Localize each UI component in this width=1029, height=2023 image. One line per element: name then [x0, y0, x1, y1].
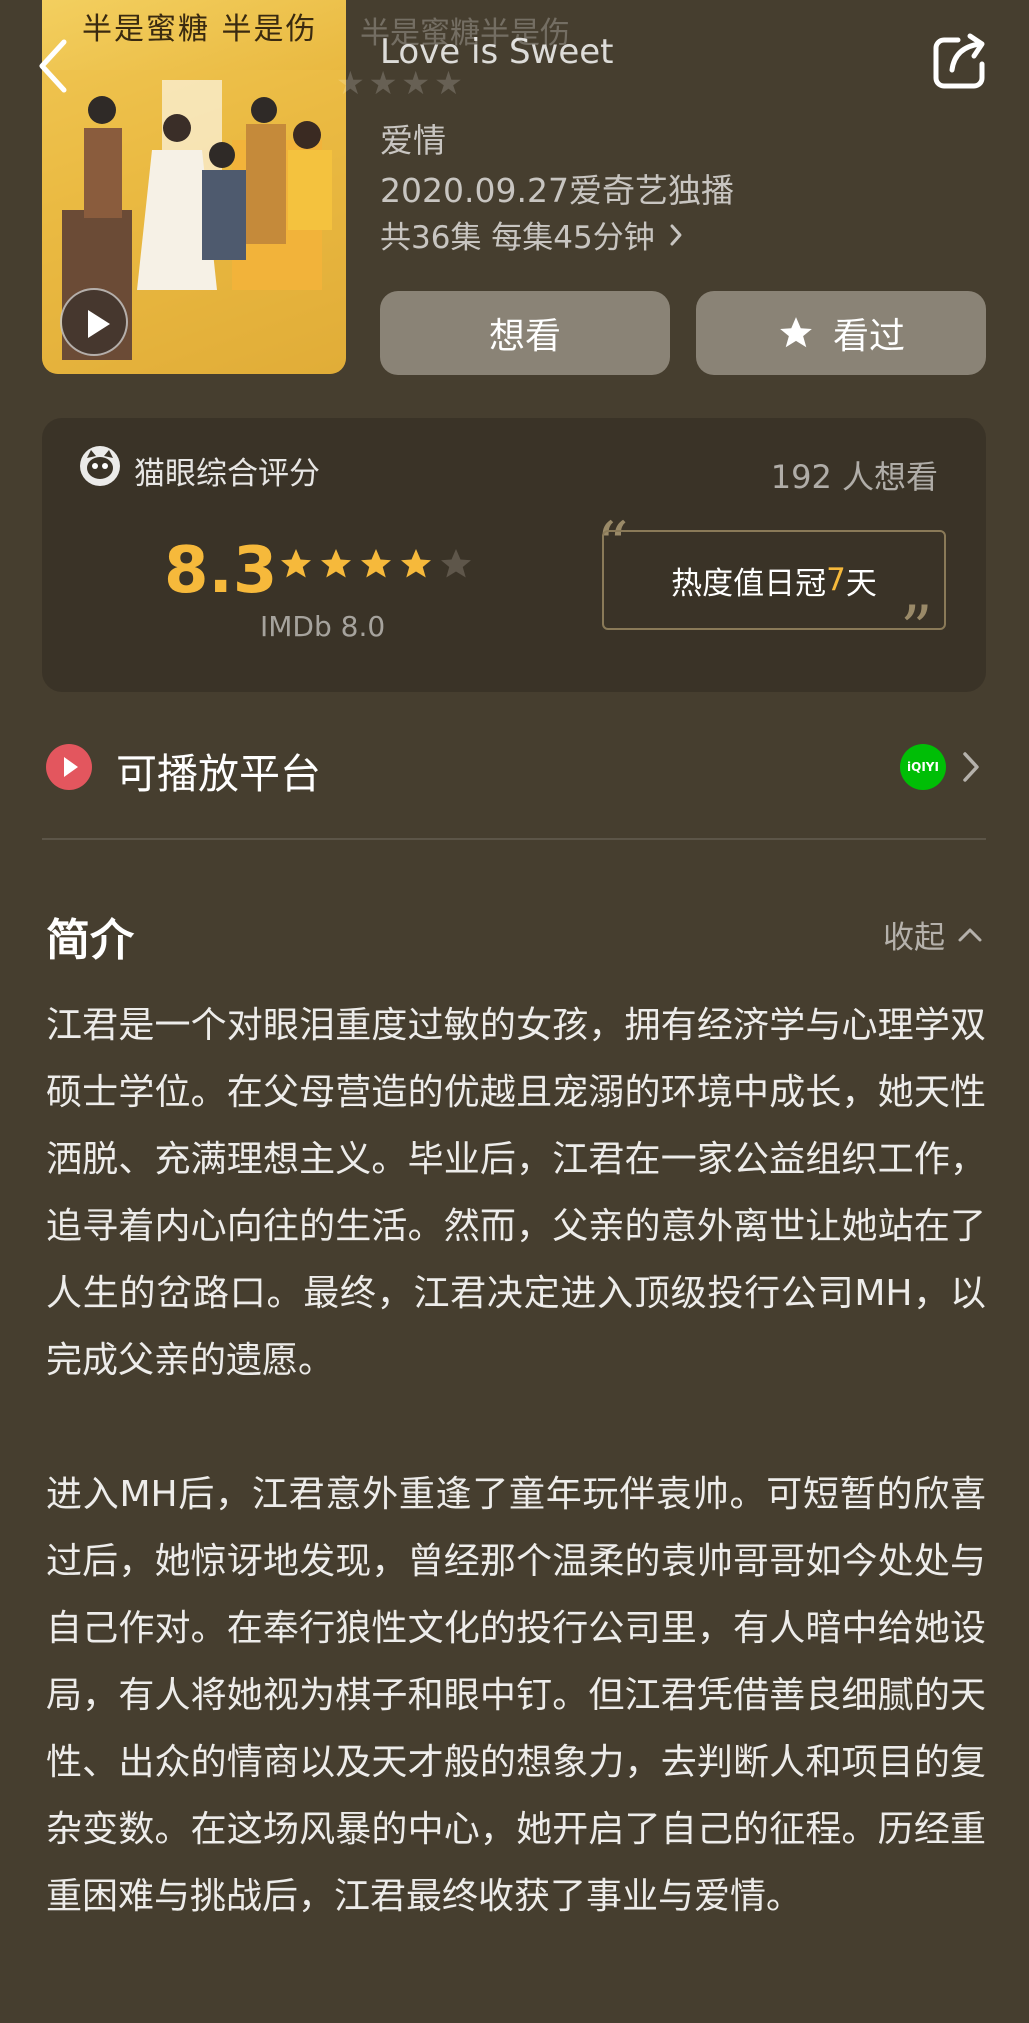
star-filled-icon [401, 549, 431, 578]
episodes-link[interactable]: 共36集 每集45分钟 [380, 212, 683, 257]
rating-stars [278, 546, 474, 582]
rating-card: 猫眼综合评分 192 人想看 8.3 IMDb 8.0 “ 热度值日冠 7 天 ” [42, 418, 986, 692]
heat-badge[interactable]: 热度值日冠 7 天 [602, 530, 946, 630]
intro-heading: 简介 [46, 915, 134, 966]
heat-days: 7 [826, 562, 846, 598]
section-divider [42, 838, 986, 840]
play-circle-icon [46, 744, 92, 790]
quote-close-icon: ” [900, 593, 933, 667]
chevron-right-icon [670, 224, 682, 245]
watched-button[interactable]: 看过 [696, 291, 986, 375]
heat-prefix: 热度值日冠 [671, 565, 827, 602]
platform-row[interactable]: 可播放平台 iQIYI [42, 730, 986, 802]
star-empty-icon [441, 549, 471, 578]
watched-button-label: 看过 [832, 316, 905, 357]
star-filled-icon [281, 549, 311, 578]
maoyan-cat-icon [80, 446, 120, 486]
chevron-up-icon [958, 928, 982, 941]
release-info: 2020.09.27爱奇艺独播 [380, 171, 734, 210]
play-trailer-button[interactable] [60, 288, 128, 356]
imdb-score: IMDb 8.0 [260, 610, 386, 643]
want-to-watch-button[interactable]: 想看 [380, 291, 670, 375]
episodes-label: 共36集 每集45分钟 [380, 220, 655, 256]
star-filled-icon [361, 549, 391, 578]
want-button-label: 想看 [488, 316, 561, 357]
chevron-right-icon[interactable] [960, 750, 982, 784]
rating-score: 8.3 [164, 534, 278, 608]
intro-text: 江君是一个对眼泪重度过敏的女孩，拥有经济学与心理学双硕士学位。在父母营造的优越且… [46, 1005, 986, 1917]
english-title: Love is Sweet [380, 32, 614, 72]
heat-suffix: 天 [845, 565, 877, 602]
movie-header: 半是蜜糖 半是伤 半是蜜糖半是伤 ★★★★ Love is Sweet 爱情 2… [0, 0, 1029, 420]
movie-poster[interactable]: 半是蜜糖 半是伤 [42, 0, 346, 374]
iqiyi-logo[interactable]: iQIYI [900, 744, 946, 790]
back-icon[interactable] [34, 36, 74, 96]
collapse-toggle[interactable]: 收起 [883, 912, 983, 957]
genre-label: 爱情 [380, 121, 446, 160]
rating-label: 猫眼综合评分 [134, 456, 320, 492]
collapse-label: 收起 [883, 920, 945, 956]
star-icon [780, 317, 812, 348]
platform-label: 可播放平台 [116, 750, 321, 798]
share-icon[interactable] [930, 30, 992, 92]
want-count: 192 人想看 [770, 458, 938, 496]
star-filled-icon [321, 549, 351, 578]
